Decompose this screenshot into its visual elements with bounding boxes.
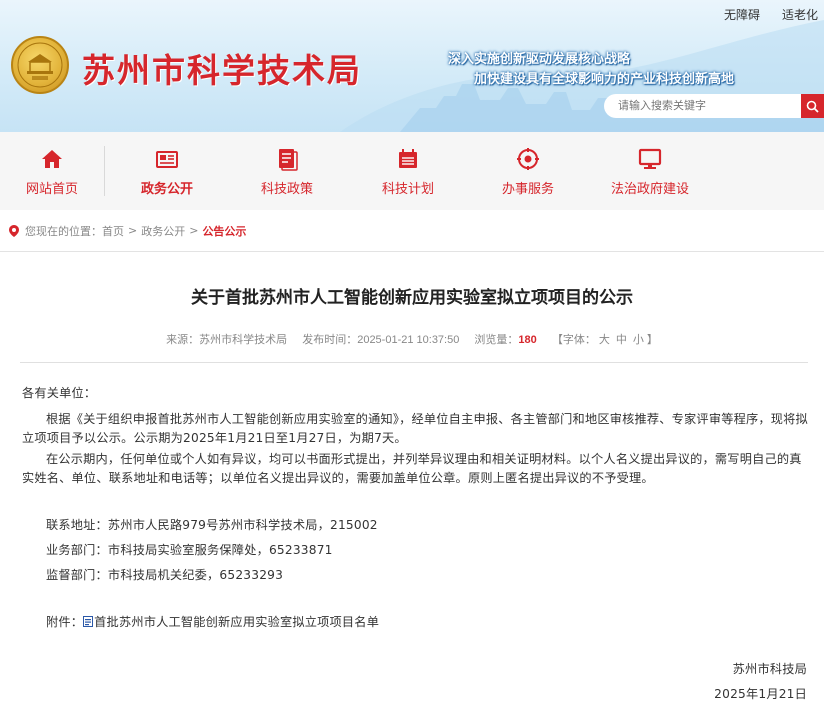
government-emblem-logo (11, 36, 69, 94)
signature-organization: 苏州市科技局 (732, 662, 807, 676)
views-label: 浏览量： (474, 334, 519, 346)
home-icon (42, 150, 62, 168)
nav-item-government-affairs[interactable]: 政务公开 (125, 132, 209, 210)
article-meta: 来源：苏州市科学技术局 发布时间：2025-01-21 10:37:50 浏览量… (0, 331, 824, 347)
nav-item-label: 网站首页 (25, 182, 78, 197)
nav-item-label: 办事服务 (501, 182, 554, 197)
breadcrumb-current[interactable]: 公告公示 (202, 223, 246, 239)
article-paragraph-1: 根据《关于组织申报首批苏州市人工智能创新应用实验室的通知》，经单位自主申报、各主… (22, 412, 808, 445)
accessibility-link[interactable]: 无障碍 (724, 6, 760, 23)
breadcrumb-separator: > (128, 224, 138, 237)
nav-item-rule-of-law[interactable]: 法治政府建设 (604, 132, 696, 210)
article-title: 关于首批苏州市人工智能创新应用实验室拟立项项目的公示 (191, 288, 633, 308)
nav-item-label: 科技政策 (260, 182, 313, 197)
source-value: 苏州市科学技术局 (199, 334, 288, 346)
nav-item-home[interactable]: 网站首页 (10, 132, 94, 210)
article-paragraph-2: 在公示期内，任何单位或个人如有异议，均可以书面形式提出，并列举异议理由和相关证明… (22, 452, 802, 485)
nav-item-label: 法治政府建设 (610, 182, 689, 197)
document-icon (279, 149, 298, 171)
publish-time-value: 2025-01-21 10:37:50 (357, 334, 460, 346)
nav-item-tech-policy[interactable]: 科技政策 (245, 132, 329, 210)
nav-item-tech-plan[interactable]: 科技计划 (366, 132, 450, 210)
font-size-medium-button[interactable]: 中 (616, 334, 627, 346)
nav-item-services[interactable]: 办事服务 (486, 132, 570, 210)
search-button[interactable] (801, 94, 824, 118)
slogan-line-2: 加快建设具有全球影响力的产业科技创新高地 (474, 72, 735, 87)
breadcrumb-government-affairs-link[interactable]: 政务公开 (141, 223, 185, 239)
newspaper-icon (156, 151, 178, 168)
font-size-large-button[interactable]: 大 (599, 334, 610, 346)
breadcrumb-separator: > (189, 224, 199, 237)
main-nav: 网站首页 政务公开 科技政策 科技计划 办事服务 法治政府建设 (0, 132, 824, 210)
source-label: 来源： (166, 334, 200, 346)
breadcrumb: 您现在的位置： 首页 > 政务公开 > 公告公示 (0, 210, 824, 252)
file-icon (83, 616, 94, 627)
attachment-label: 附件： (46, 615, 84, 629)
elderly-mode-link[interactable]: 适老化 (782, 6, 818, 23)
search-input[interactable] (604, 94, 802, 118)
font-size-close: 】 (646, 334, 658, 346)
calendar-icon (399, 149, 417, 168)
publish-time-label: 发布时间： (302, 334, 358, 346)
top-links: 无障碍 适老化 (724, 6, 818, 23)
attachment-link[interactable]: 首批苏州市人工智能创新应用实验室拟立项项目名单 (83, 615, 379, 629)
nav-item-label: 科技计划 (381, 182, 434, 197)
attachment-row: 附件： 首批苏州市人工智能创新应用实验室拟立项项目名单 (46, 613, 379, 632)
contact-address: 联系地址：苏州市人民路979号苏州市科学技术局，215002 (46, 518, 378, 532)
nav-item-label: 政务公开 (140, 182, 193, 197)
signature-date: 2025年1月21日 (714, 687, 807, 701)
attachment-name: 首批苏州市人工智能创新应用实验室拟立项项目名单 (94, 615, 380, 629)
breadcrumb-prefix: 您现在的位置： (25, 224, 102, 238)
slogan-line-1: 深入实施创新驱动发展核心战略 (448, 52, 631, 67)
breadcrumb-home-link[interactable]: 首页 (102, 223, 124, 239)
article-salutation: 各有关单位： (22, 386, 97, 400)
font-size-small-button[interactable]: 小 (633, 334, 644, 346)
monitor-icon (638, 148, 662, 169)
article-divider (20, 362, 808, 363)
service-icon (517, 148, 539, 170)
site-header: 无障碍 适老化 苏州市科学技术局 深入实施创新驱动发展核心战略 加快建设具有全球… (0, 0, 824, 132)
site-title: 苏州市科学技术局 (82, 51, 362, 90)
location-pin-icon (9, 224, 19, 237)
font-size-label: 【字体： (551, 334, 596, 346)
search-icon (806, 100, 819, 113)
header-slogan: 深入实施创新驱动发展核心战略 加快建设具有全球影响力的产业科技创新高地 (448, 50, 734, 90)
supervision-department: 监督部门：市科技局机关纪委，65233293 (46, 568, 284, 582)
business-department: 业务部门：市科技局实验室服务保障处，65233871 (46, 543, 333, 557)
views-count: 180 (518, 334, 537, 346)
nav-divider (104, 146, 105, 196)
